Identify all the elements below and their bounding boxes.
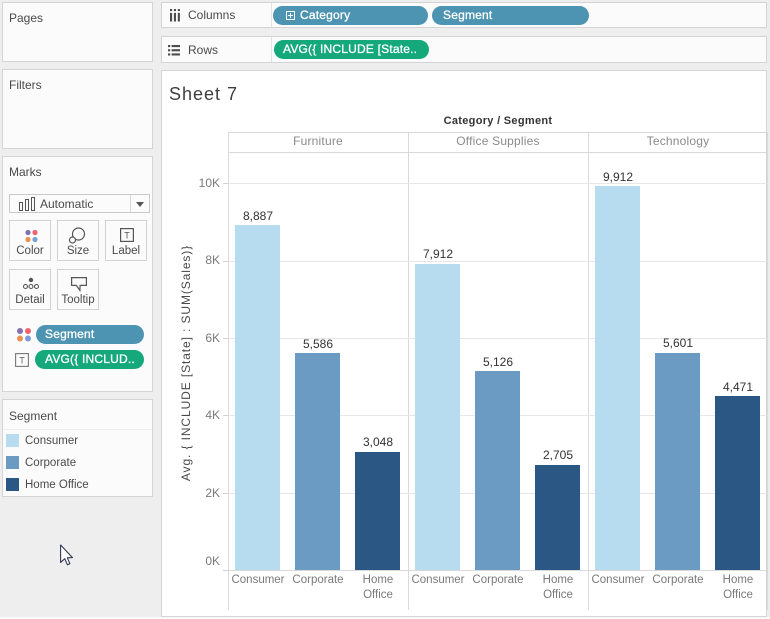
svg-text:T: T: [124, 231, 130, 241]
svg-text:T: T: [19, 356, 25, 366]
